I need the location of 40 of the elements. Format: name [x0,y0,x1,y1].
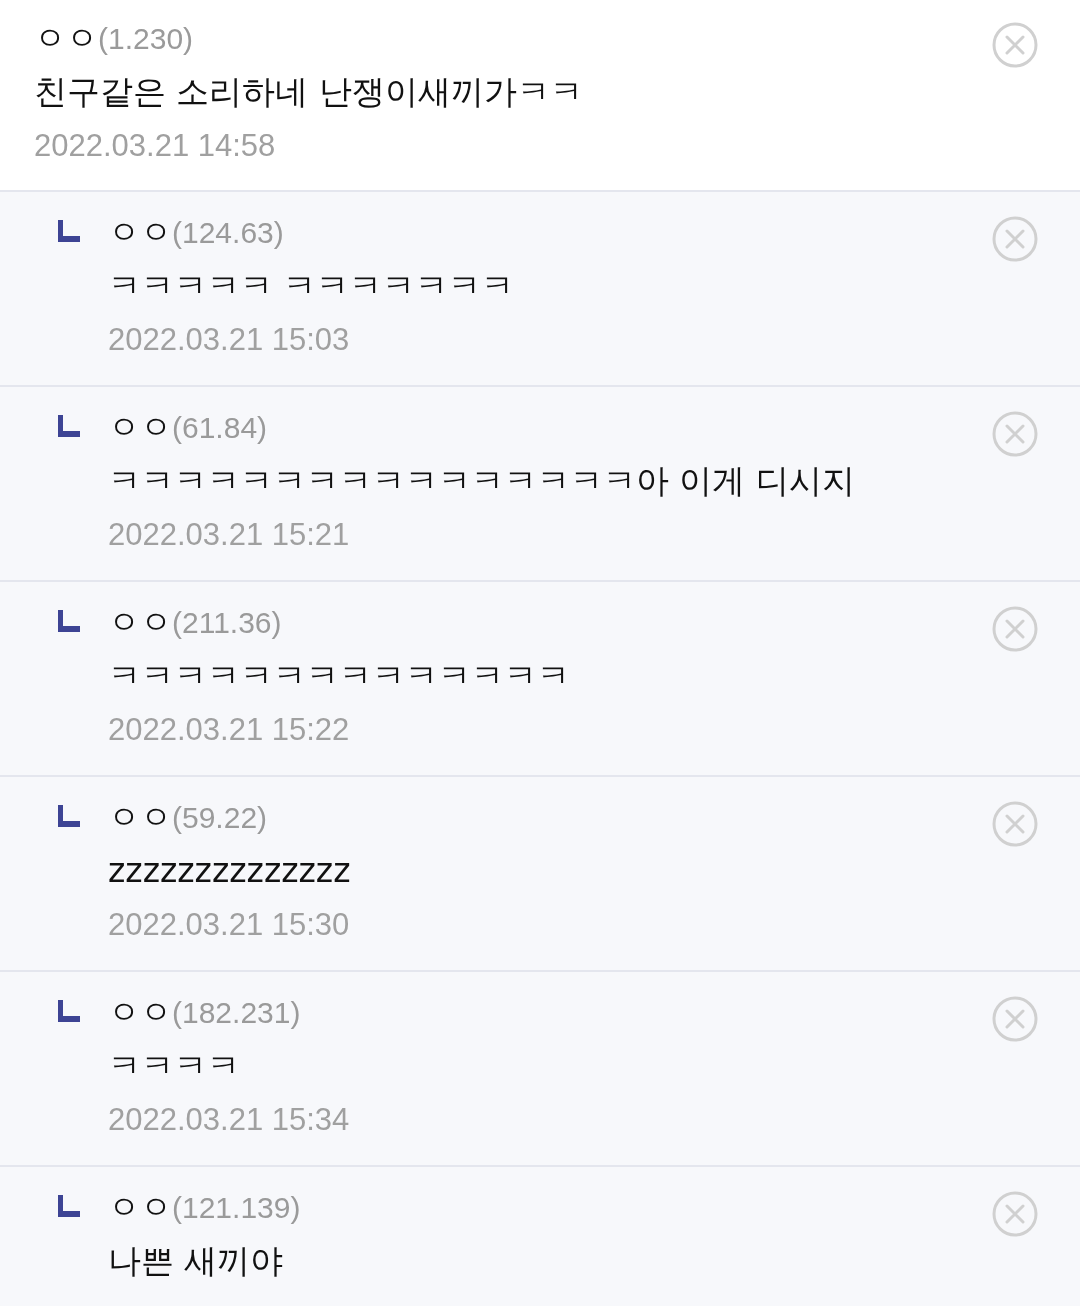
reply-arrow-icon [58,805,80,827]
comment-text: 친구같은 소리하네 난쟁이새끼가ㅋㅋ [34,71,584,113]
comment-date: 2022.03.21 15:03 [108,321,351,359]
reply-arrow-icon [58,415,80,437]
author-ip: (59.22) [172,800,268,836]
close-icon[interactable] [992,411,1038,457]
reply-arrow-icon [58,610,80,632]
comment-text: ㅋㅋㅋㅋㅋㅋㅋㅋㅋㅋㅋㅋㅋㅋㅋㅋ아 이게 디시지 [108,460,856,502]
comment-date: 2022.03.21 15:30 [108,906,351,944]
close-icon[interactable] [992,1191,1038,1237]
reply-arrow-icon [58,1195,80,1217]
comment-date: 2022.03.21 15:21 [108,516,351,554]
close-icon[interactable] [992,801,1038,847]
comment-text: ㅋㅋㅋㅋㅋ ㅋㅋㅋㅋㅋㅋㅋ [108,265,516,307]
comment-text: 나쁜 새끼야 [108,1240,285,1282]
author-ip: (1.230) [98,21,194,57]
comment-text: ㅋㅋㅋㅋㅋㅋㅋㅋㅋㅋㅋㅋㅋㅋ [108,655,571,697]
close-icon[interactable] [992,996,1038,1042]
close-icon[interactable] [992,22,1038,68]
author-name: ㅇㅇ [108,602,172,643]
close-icon[interactable] [992,606,1038,652]
comment-text: ㅋㅋㅋㅋ [108,1045,241,1087]
author-name: ㅇㅇ [34,18,98,59]
comment-date: 2022.03.21 15:34 [108,1101,351,1139]
comment-date: 2022.03.21 15:22 [108,711,351,749]
author-ip: (61.84) [172,410,268,446]
comment-date: 2022.03.21 14:58 [34,127,277,165]
author-ip: (182.231) [172,995,301,1031]
author-name: ㅇㅇ [108,407,172,448]
author-name: ㅇㅇ [108,1187,172,1228]
close-icon[interactable] [992,216,1038,262]
author-ip: (211.36) [172,605,282,641]
reply-arrow-icon [58,220,80,242]
author-ip: (124.63) [172,215,284,251]
author-name: ㅇㅇ [108,797,172,838]
author-ip: (121.139) [172,1190,301,1226]
author-name: ㅇㅇ [108,992,172,1033]
comment-text: zzzzzzzzzzzzzz [108,850,352,892]
reply-arrow-icon [58,1000,80,1022]
author-name: ㅇㅇ [108,212,172,253]
